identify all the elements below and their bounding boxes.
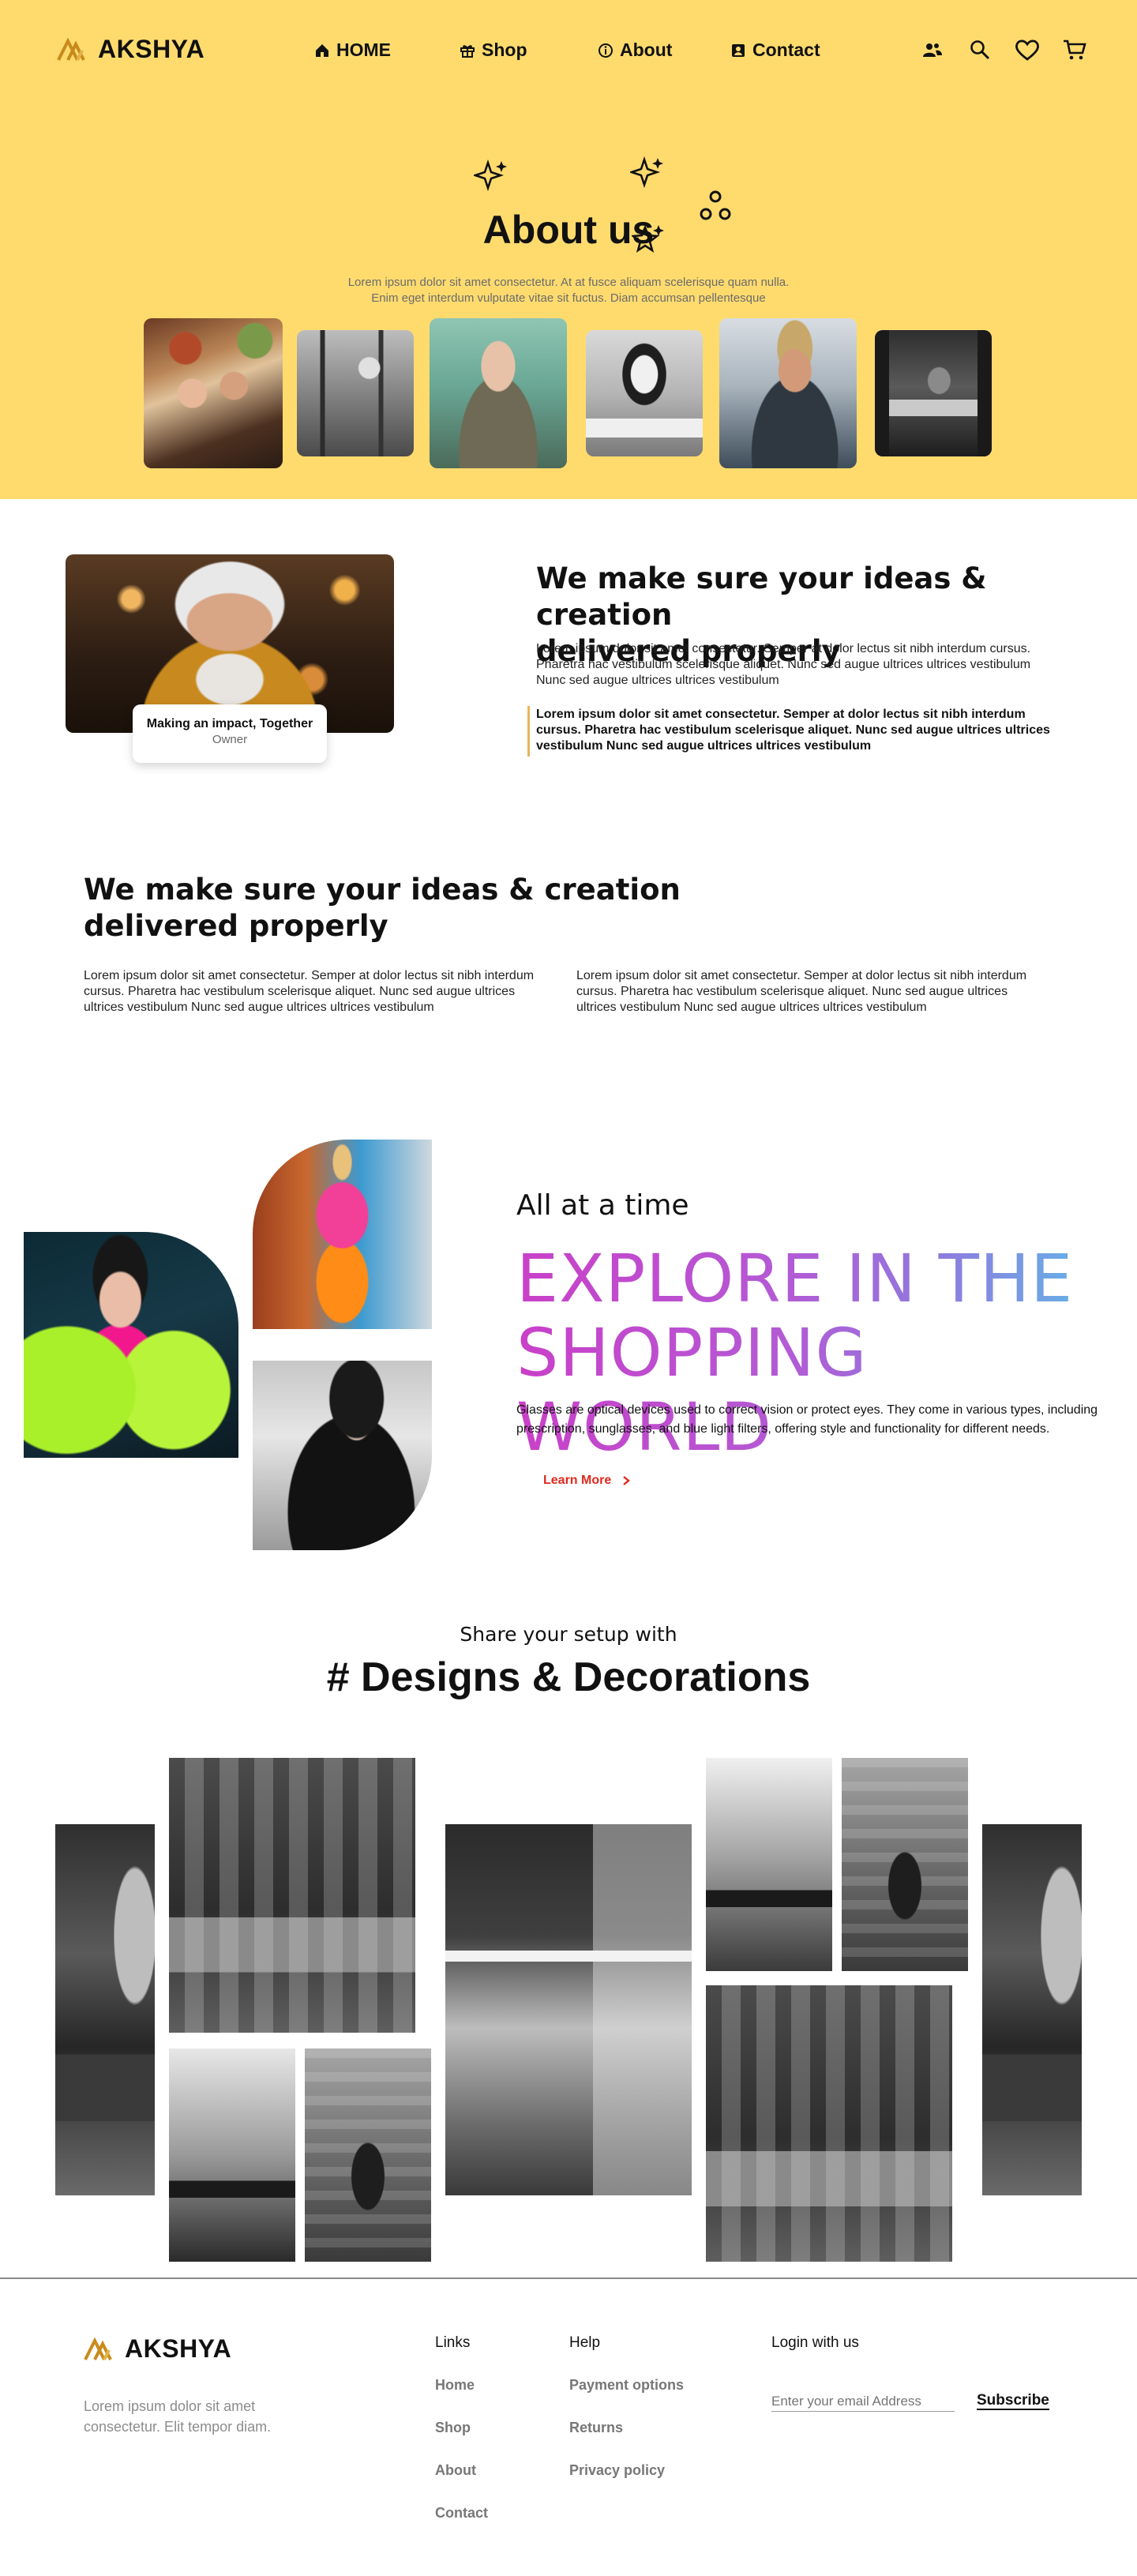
- main-nav: HOME Shop About Contact: [314, 39, 849, 61]
- photo-woman-book: [586, 330, 703, 456]
- nav-about[interactable]: About: [598, 39, 730, 61]
- nav-contact[interactable]: Contact: [730, 39, 849, 61]
- gallery-photo-meeting-room-a: [169, 2048, 295, 2262]
- footer-link-about[interactable]: About: [435, 2462, 476, 2479]
- footer-brand-name: AKSHYA: [125, 2334, 232, 2363]
- users-icon[interactable]: [919, 36, 946, 63]
- brand-logo[interactable]: AKSHYA: [57, 35, 205, 64]
- owner-card-subtitle: Owner: [212, 733, 248, 746]
- gallery-photo-moodboard-b: [842, 1758, 968, 1971]
- header-actions: [919, 36, 1088, 63]
- page-title: About us: [482, 208, 655, 252]
- owner-card: Making an impact, Together Owner: [133, 704, 327, 763]
- photo-man-reading: [875, 330, 992, 456]
- explore-heading-line-1: EXPLORE IN THE: [516, 1240, 1074, 1317]
- photo-man-writing: [297, 330, 414, 456]
- footer-help-title: Help: [569, 2334, 601, 2351]
- explore-body: Glasses are optical devices used to corr…: [516, 1403, 1098, 1436]
- gallery-photo-conference-hall: [445, 1824, 692, 2195]
- impact-heading-line-1: We make sure your ideas & creation: [536, 561, 987, 632]
- ideas-column-2: Lorem ipsum dolor sit amet consectetur. …: [576, 969, 1027, 1014]
- fashion-photo-black-fur: [253, 1361, 432, 1550]
- footer-tagline-line-2: consectetur. Elit tempor diam.: [84, 2419, 272, 2435]
- ideas-heading-line-1: We make sure your ideas & creation: [84, 873, 681, 907]
- designs-title: # Designs & Decorations: [326, 1654, 811, 1700]
- owner-card-title: Making an impact, Together: [146, 717, 313, 730]
- footer-logo[interactable]: AKSHYA: [84, 2334, 231, 2364]
- explore-heading-line-2: SHOPPING WORLD: [516, 1314, 868, 1466]
- impact-paragraph: Lorem ipsum dolor sit amet consectetur. …: [536, 642, 1031, 687]
- info-icon: [599, 43, 613, 58]
- chevron-right-icon: [623, 1476, 631, 1485]
- home-icon: [316, 43, 328, 57]
- gift-icon: [460, 44, 475, 58]
- ideas-column-1: Lorem ipsum dolor sit amet consectetur. …: [84, 969, 535, 1014]
- photo-women-reading: [144, 318, 283, 468]
- fashion-photo-neon-jacket: [24, 1232, 238, 1458]
- ideas-heading: We make sure your ideas & creation deliv…: [84, 872, 684, 944]
- nav-shop[interactable]: Shop: [460, 39, 598, 61]
- photo-professor: [430, 318, 567, 468]
- quote-bar: [527, 706, 530, 757]
- photo-student-cap: [719, 318, 857, 468]
- footer-tagline-line-1: Lorem ipsum dolor sit amet: [84, 2398, 256, 2414]
- learn-more-label: Learn More: [543, 1474, 612, 1487]
- gallery-photo-right-edge: [982, 1824, 1082, 2195]
- nav-home[interactable]: HOME: [314, 39, 460, 61]
- fashion-photo-pink-coat: [253, 1140, 432, 1329]
- footer-link-returns[interactable]: Returns: [569, 2420, 623, 2436]
- ideas-heading-line-2: delivered properly: [84, 909, 388, 943]
- nav-home-label: HOME: [336, 39, 391, 60]
- nav-shop-label: Shop: [482, 39, 527, 60]
- nav-about-label: About: [620, 39, 673, 60]
- gallery-photo-left-edge: [55, 1824, 155, 2195]
- sparkle-icon: [474, 159, 507, 192]
- gallery-photo-frames-sofa: [169, 1758, 415, 2033]
- footer-link-privacy[interactable]: Privacy policy: [569, 2462, 665, 2479]
- footer-link-shop[interactable]: Shop: [435, 2420, 471, 2436]
- subscribe-button[interactable]: Subscribe: [977, 2393, 1049, 2410]
- footer-link-home[interactable]: Home: [435, 2377, 475, 2394]
- impact-quote: Lorem ipsum dolor sit amet consectetur. …: [536, 708, 1050, 753]
- email-field[interactable]: [771, 2391, 955, 2412]
- hero-lead-1: Lorem ipsum dolor sit amet consectetur. …: [347, 276, 790, 289]
- gallery-photo-moodboard-a: [305, 2048, 431, 2262]
- nav-contact-label: Contact: [752, 39, 820, 60]
- heart-icon[interactable]: [1014, 36, 1041, 63]
- brand-name: AKSHYA: [98, 35, 205, 63]
- designs-kicker: Share your setup with: [460, 1623, 677, 1646]
- footer-login-title: Login with us: [771, 2334, 859, 2351]
- footer-link-payment[interactable]: Payment options: [569, 2377, 684, 2394]
- footer-link-contact[interactable]: Contact: [435, 2505, 488, 2522]
- explore-kicker: All at a time: [516, 1189, 689, 1222]
- footer-divider: [0, 2277, 1137, 2279]
- logo-mark-icon: [57, 37, 85, 61]
- footer-tagline: Lorem ipsum dolor sit amet consectetur. …: [84, 2396, 271, 2437]
- logo-mark-icon: [84, 2337, 112, 2360]
- learn-more-link[interactable]: Learn More: [543, 1474, 631, 1488]
- contact-card-icon: [732, 43, 745, 57]
- gallery-photo-meeting-room-b: [706, 1758, 832, 1971]
- sparkle-icon: [630, 156, 663, 189]
- search-icon[interactable]: [966, 36, 993, 63]
- gallery-photo-frames-sofa-b: [706, 1985, 952, 2262]
- footer-links-title: Links: [435, 2334, 471, 2351]
- cart-icon[interactable]: [1061, 36, 1088, 63]
- hero-lead-2: Enim eget interdum vulputate vitae sit f…: [371, 291, 766, 305]
